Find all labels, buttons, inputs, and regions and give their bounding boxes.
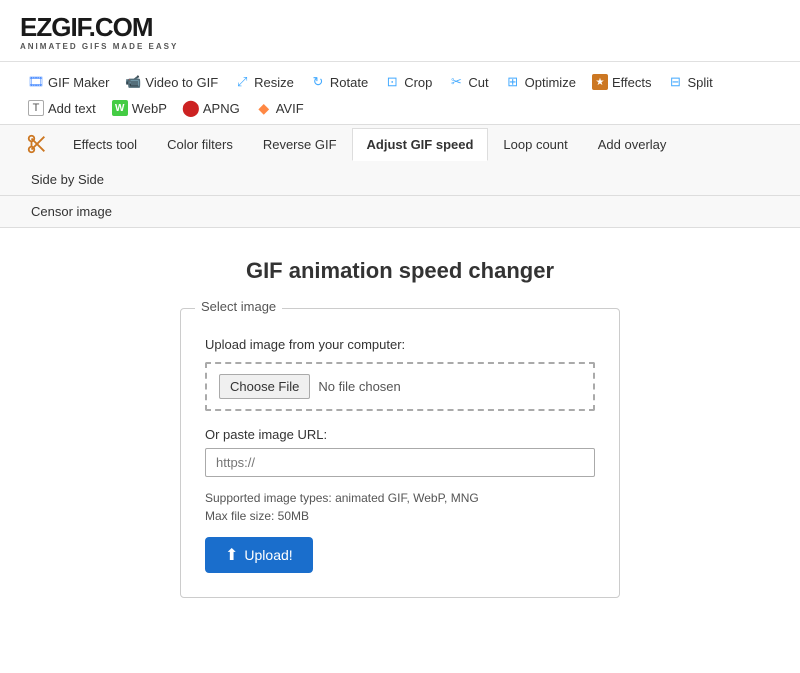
nav-rotate[interactable]: ↻ Rotate <box>302 70 376 94</box>
cut-icon: ✂ <box>448 74 464 90</box>
nav-crop-label: Crop <box>404 75 432 90</box>
nav-video-to-gif-label: Video to GIF <box>145 75 218 90</box>
tab-censor-image[interactable]: Censor image <box>16 196 127 228</box>
logo: EZGIF.COM <box>20 14 780 40</box>
top-nav: 🎞 GIF Maker 📹 Video to GIF ⤢ Resize ↻ Ro… <box>0 62 800 125</box>
upload-label: Upload image from your computer: <box>205 337 595 352</box>
effects-icon: ★ <box>592 74 608 90</box>
nav-optimize-label: Optimize <box>525 75 576 90</box>
file-upload-row: Choose File No file chosen <box>205 362 595 411</box>
video-to-gif-icon: 📹 <box>125 74 141 90</box>
nav-effects[interactable]: ★ Effects <box>584 70 660 94</box>
page-title: GIF animation speed changer <box>246 258 554 284</box>
no-file-text: No file chosen <box>318 379 400 394</box>
nav-split-label: Split <box>687 75 712 90</box>
effects-tool-icon <box>26 133 48 155</box>
card-legend: Select image <box>195 299 282 314</box>
apng-icon: ⬤ <box>183 100 199 116</box>
nav-gif-maker[interactable]: 🎞 GIF Maker <box>20 70 117 94</box>
url-input[interactable] <box>205 448 595 477</box>
nav-crop[interactable]: ⊡ Crop <box>376 70 440 94</box>
nav-rotate-label: Rotate <box>330 75 368 90</box>
upload-icon: ⬆ <box>225 545 238 565</box>
tab-color-filters[interactable]: Color filters <box>152 128 248 161</box>
sub-nav-icon <box>16 125 58 163</box>
nav-apng[interactable]: ⬤ APNG <box>175 96 248 120</box>
upload-btn-label: Upload! <box>244 547 292 563</box>
nav-avif[interactable]: ◆ AVIF <box>248 96 312 120</box>
supported-text-2: Max file size: 50MB <box>205 509 595 523</box>
upload-card: Select image Upload image from your comp… <box>180 308 620 598</box>
sub-nav-row2: Censor image <box>0 196 800 228</box>
upload-button[interactable]: ⬆ Upload! <box>205 537 313 573</box>
nav-cut[interactable]: ✂ Cut <box>440 70 496 94</box>
nav-split[interactable]: ⊟ Split <box>659 70 720 94</box>
webp-icon: W <box>112 100 128 116</box>
nav-apng-label: APNG <box>203 101 240 116</box>
logo-text: EZGIF.COM <box>20 12 153 42</box>
nav-video-to-gif[interactable]: 📹 Video to GIF <box>117 70 226 94</box>
nav-add-text-label: Add text <box>48 101 96 116</box>
add-text-icon: T <box>28 100 44 116</box>
optimize-icon: ⊞ <box>505 74 521 90</box>
nav-resize-label: Resize <box>254 75 294 90</box>
logo-subtitle: ANIMATED GIFS MADE EASY <box>20 42 780 51</box>
choose-file-button[interactable]: Choose File <box>219 374 310 399</box>
avif-icon: ◆ <box>256 100 272 116</box>
tab-adjust-gif-speed[interactable]: Adjust GIF speed <box>352 128 489 161</box>
rotate-icon: ↻ <box>310 74 326 90</box>
nav-add-text[interactable]: T Add text <box>20 96 104 120</box>
sub-nav-row1: Effects tool Color filters Reverse GIF A… <box>0 125 800 196</box>
nav-avif-label: AVIF <box>276 101 304 116</box>
split-icon: ⊟ <box>667 74 683 90</box>
tab-side-by-side[interactable]: Side by Side <box>16 163 119 196</box>
nav-webp[interactable]: W WebP <box>104 96 175 120</box>
tab-add-overlay[interactable]: Add overlay <box>583 128 682 161</box>
nav-resize[interactable]: ⤢ Resize <box>226 70 302 94</box>
main-content: GIF animation speed changer Select image… <box>0 228 800 628</box>
url-label: Or paste image URL: <box>205 427 595 442</box>
nav-webp-label: WebP <box>132 101 167 116</box>
supported-text-1: Supported image types: animated GIF, Web… <box>205 491 595 505</box>
nav-optimize[interactable]: ⊞ Optimize <box>497 70 584 94</box>
tab-loop-count[interactable]: Loop count <box>488 128 582 161</box>
resize-icon: ⤢ <box>234 74 250 90</box>
tab-effects-tool[interactable]: Effects tool <box>58 128 152 161</box>
nav-cut-label: Cut <box>468 75 488 90</box>
nav-effects-label: Effects <box>612 75 652 90</box>
nav-gif-maker-label: GIF Maker <box>48 75 109 90</box>
gif-maker-icon: 🎞 <box>28 74 44 90</box>
tab-reverse-gif[interactable]: Reverse GIF <box>248 128 352 161</box>
crop-icon: ⊡ <box>384 74 400 90</box>
header: EZGIF.COM ANIMATED GIFS MADE EASY <box>0 0 800 62</box>
